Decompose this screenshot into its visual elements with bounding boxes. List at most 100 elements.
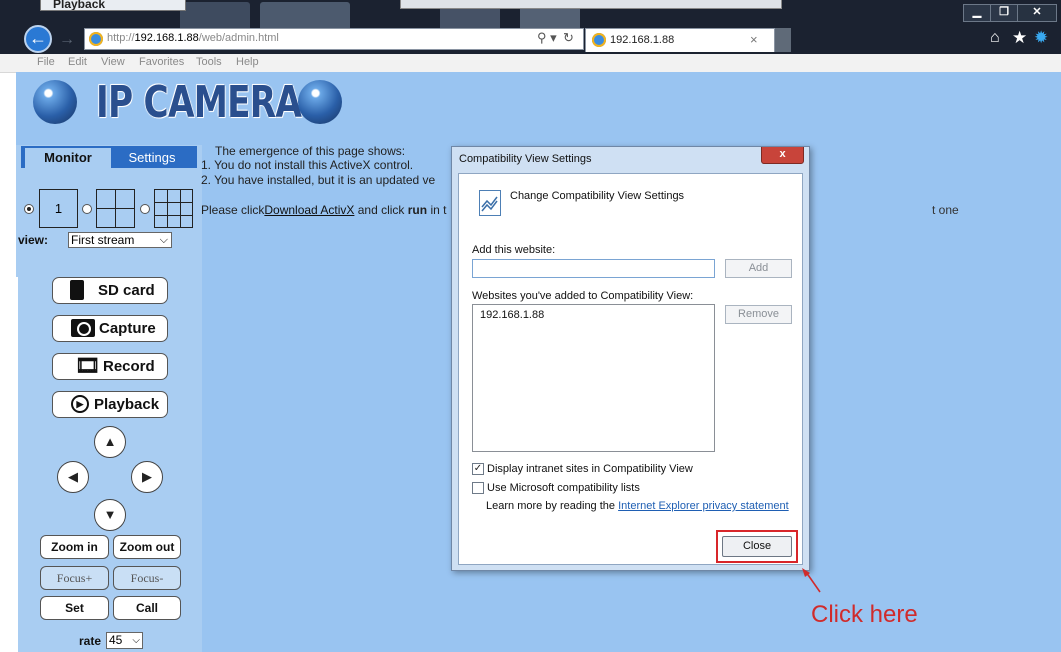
message-text: in t — [427, 203, 447, 217]
message-text: Please click — [201, 203, 265, 217]
rate-select[interactable]: 45 ⌵ — [106, 632, 143, 649]
forward-button[interactable]: → — [56, 29, 78, 51]
zoom-in-button[interactable]: Zoom in — [40, 535, 109, 559]
privacy-statement-link[interactable]: Internet Explorer privacy statement — [618, 500, 789, 512]
sd-card-button[interactable]: SD card — [52, 277, 168, 304]
arrow-right-icon: ▶ — [142, 469, 152, 484]
play-icon: ▶ — [71, 395, 89, 413]
tab-settings[interactable]: Settings — [112, 148, 192, 168]
record-label: Record — [103, 358, 155, 375]
gear-icon[interactable]: ✹ — [1034, 28, 1048, 48]
annotation-text: Click here — [811, 601, 918, 628]
window-controls: ▁ ❐ ✕ — [963, 2, 1057, 22]
new-tab-button[interactable] — [775, 28, 791, 52]
add-button[interactable]: Add — [725, 259, 792, 278]
record-button[interactable]: 🎞 Record — [52, 353, 168, 380]
pan-right-button[interactable]: ▶ — [131, 461, 163, 493]
page-margin — [0, 277, 18, 652]
arrow-left-icon: ◀ — [68, 469, 78, 484]
compatibility-dialog: Compatibility View Settings x Change Com… — [451, 146, 810, 571]
sd-card-icon — [70, 280, 84, 300]
globe-icon — [298, 80, 342, 124]
home-icon[interactable]: ⌂ — [990, 29, 1000, 47]
message-line: The emergence of this page shows: — [215, 144, 406, 158]
camera-icon — [71, 319, 95, 337]
download-activex-link[interactable]: Download ActivX — [264, 203, 354, 217]
intranet-checkbox-label: Display intranet sites in Compatibility … — [487, 463, 693, 475]
menu-bar: File Edit View Favorites Tools Help — [0, 54, 1061, 73]
annotation-arrow — [802, 568, 821, 593]
message-text: and click — [354, 203, 408, 217]
star-icon[interactable]: ★ — [1012, 28, 1027, 48]
message-line: 1. You do not install this ActiveX contr… — [201, 158, 414, 172]
layout-nine-view[interactable] — [154, 189, 193, 228]
close-button[interactable]: Close — [722, 536, 792, 557]
forward-icon: → — [59, 31, 75, 48]
pan-left-button[interactable]: ◀ — [57, 461, 89, 493]
learn-more-text: Learn more by reading the Internet Explo… — [486, 500, 789, 512]
list-item[interactable]: 192.168.1.88 — [480, 309, 544, 321]
message-fragment: t one — [932, 203, 959, 217]
menu-item-file[interactable]: File — [37, 56, 55, 68]
capture-label: Capture — [99, 320, 156, 337]
add-website-label: Add this website: — [472, 244, 556, 256]
dialog-close-button[interactable]: x — [761, 147, 804, 164]
close-icon[interactable]: ✕ — [1017, 4, 1057, 22]
ie-icon — [592, 33, 606, 47]
back-button[interactable]: ← — [24, 25, 52, 53]
compatibility-view-icon — [479, 190, 501, 216]
pan-down-button[interactable]: ▼ — [94, 499, 126, 531]
restore-icon[interactable]: ❐ — [990, 4, 1018, 22]
pan-up-button[interactable]: ▲ — [94, 426, 126, 458]
layout-radio-9[interactable] — [140, 204, 150, 214]
browser-chrome: Playback ← → http://192.168.1.88/web/adm… — [0, 0, 1061, 54]
previous-window-tab[interactable]: Playback — [40, 0, 186, 11]
menu-item-view[interactable]: View — [101, 56, 125, 68]
focus-minus-button[interactable]: Focus- — [113, 566, 181, 590]
capture-button[interactable]: Capture — [52, 315, 168, 342]
close-icon[interactable]: × — [750, 32, 758, 47]
address-url[interactable]: http://192.168.1.88/web/admin.html — [107, 32, 279, 44]
set-button[interactable]: Set — [40, 596, 109, 620]
add-website-input[interactable] — [472, 259, 715, 278]
intranet-checkbox[interactable]: ✓ — [472, 463, 484, 475]
url-path: /web/admin.html — [198, 32, 279, 44]
browser-tab[interactable]: 192.168.1.88 × — [585, 28, 775, 52]
menu-item-edit[interactable]: Edit — [68, 56, 87, 68]
call-button[interactable]: Call — [113, 596, 181, 620]
view-stream-select[interactable]: First stream ⌵ — [68, 232, 172, 248]
sd-card-label: SD card — [98, 282, 155, 299]
layout-radio-4[interactable] — [82, 204, 92, 214]
layout-single-view[interactable]: 1 — [39, 189, 78, 228]
film-icon: 🎞 — [75, 355, 101, 377]
chevron-down-icon: ⌵ — [132, 635, 140, 646]
dialog-body: Change Compatibility View Settings Add t… — [458, 173, 803, 565]
search-icon[interactable]: ⚲ ▾ — [537, 30, 557, 46]
message-line: 2. You have installed, but it is an upda… — [201, 173, 436, 187]
ie-icon — [89, 32, 103, 46]
zoom-out-button[interactable]: Zoom out — [113, 535, 181, 559]
address-bar[interactable]: http://192.168.1.88/web/admin.html ⚲ ▾ ↻ — [84, 28, 584, 50]
layout-radio-1[interactable] — [24, 204, 34, 214]
url-prefix: http:// — [107, 32, 135, 44]
view-stream-value: First stream — [71, 233, 135, 247]
websites-list-label: Websites you've added to Compatibility V… — [472, 290, 694, 302]
playback-button[interactable]: ▶ Playback — [52, 391, 168, 418]
layout-quad-view[interactable] — [96, 189, 135, 228]
previous-window-strip — [400, 0, 782, 9]
minimize-icon[interactable]: ▁ — [963, 4, 991, 22]
menu-item-tools[interactable]: Tools — [196, 56, 222, 68]
refresh-icon[interactable]: ↻ — [563, 30, 574, 46]
dialog-heading: Change Compatibility View Settings — [510, 190, 685, 202]
remove-button[interactable]: Remove — [725, 305, 792, 324]
back-icon: ← — [29, 28, 47, 48]
menu-item-favorites[interactable]: Favorites — [139, 56, 184, 68]
ms-lists-checkbox[interactable] — [472, 482, 484, 494]
close-icon: x — [779, 148, 786, 160]
menu-item-help[interactable]: Help — [236, 56, 259, 68]
focus-plus-button[interactable]: Focus+ — [40, 566, 109, 590]
tab-monitor[interactable]: Monitor — [25, 148, 111, 168]
websites-list[interactable]: 192.168.1.88 — [472, 304, 715, 452]
logo-text: IP CAMERA — [96, 77, 302, 128]
learn-more-prefix: Learn more by reading the — [486, 500, 619, 512]
